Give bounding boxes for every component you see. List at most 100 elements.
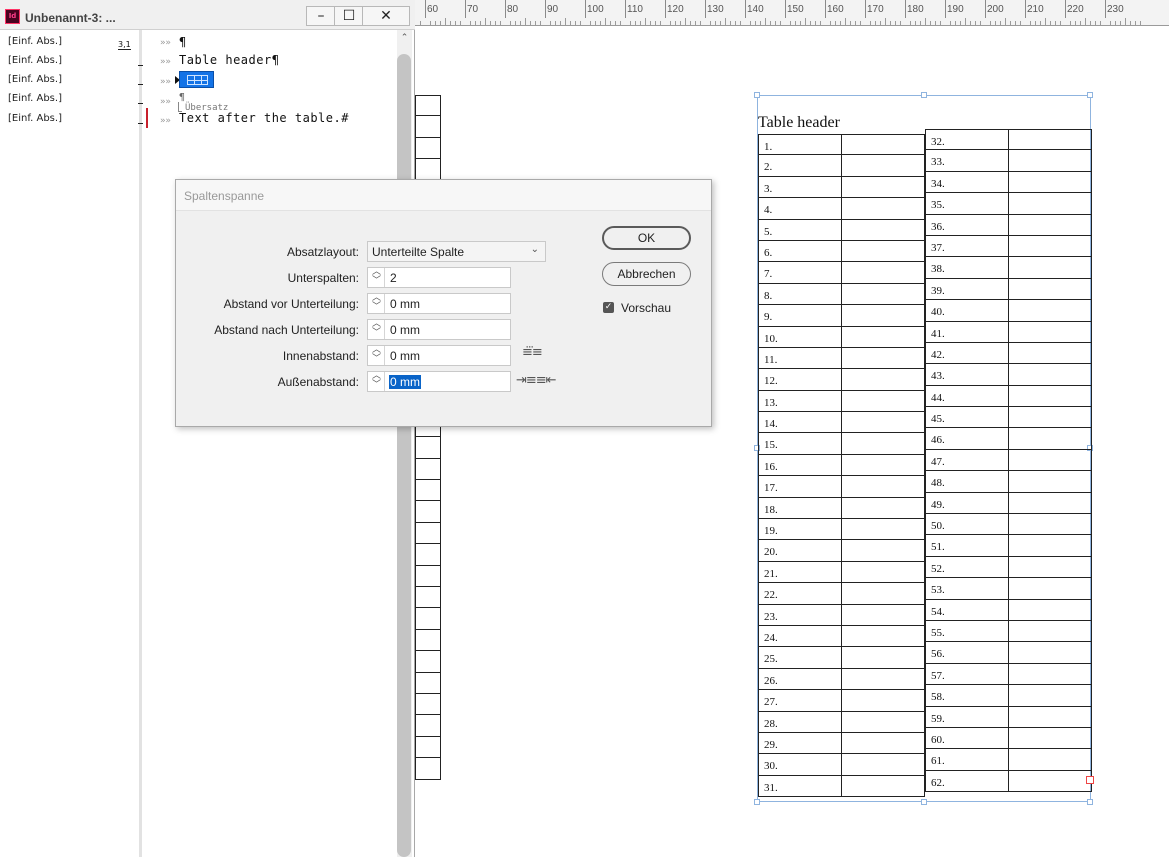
table-number-cell[interactable]: 17. — [758, 476, 842, 498]
table-number-cell[interactable]: 20. — [758, 540, 842, 562]
table-empty-cell[interactable] — [842, 476, 925, 498]
table-row[interactable]: 13. — [758, 390, 925, 413]
style-name[interactable]: [Einf. Abs.] — [8, 113, 62, 129]
table-number-cell[interactable]: 13. — [758, 390, 842, 413]
table-row[interactable]: 26. — [758, 668, 925, 691]
table-empty-cell[interactable] — [1009, 342, 1092, 365]
abstand-vor-stepper[interactable]: ︿ ﹀ 0 mm — [367, 293, 511, 314]
table-cell[interactable] — [416, 544, 441, 566]
table-empty-cell[interactable] — [1009, 171, 1092, 194]
table-row[interactable]: 1. — [758, 134, 925, 156]
overset-out-port-icon[interactable] — [1086, 776, 1094, 784]
close-button[interactable]: ✕ — [362, 6, 410, 26]
table-empty-cell[interactable] — [842, 754, 925, 776]
table-cell[interactable] — [416, 437, 441, 459]
table-empty-cell[interactable] — [1009, 706, 1092, 728]
table-row[interactable]: 60. — [925, 727, 1092, 750]
table-empty-cell[interactable] — [1009, 620, 1092, 643]
table-empty-cell[interactable] — [842, 369, 925, 391]
table-header[interactable]: Table header — [758, 114, 840, 132]
style-name[interactable]: [Einf. Abs.] — [8, 55, 62, 71]
table-number-cell[interactable]: 6. — [758, 240, 842, 263]
scrollbar-thumb[interactable] — [397, 54, 411, 857]
table-empty-cell[interactable] — [842, 412, 925, 434]
table-number-cell[interactable]: 16. — [758, 454, 842, 477]
table-row[interactable]: 55. — [925, 620, 1092, 643]
dialog-titlebar[interactable]: Spaltenspanne — [176, 180, 711, 211]
table-empty-cell[interactable] — [1009, 407, 1092, 429]
minimize-button[interactable]: – — [306, 6, 336, 26]
table-number-cell[interactable]: 43. — [925, 364, 1009, 386]
table-number-cell[interactable]: 33. — [925, 150, 1009, 172]
table-row[interactable]: 21. — [758, 561, 925, 584]
table-row[interactable]: 49. — [925, 492, 1092, 515]
table-number-cell[interactable]: 18. — [758, 497, 842, 520]
table-cell[interactable] — [416, 629, 441, 652]
spinner-arrows-icon[interactable]: ︿ ﹀ — [368, 267, 385, 287]
table-row[interactable]: 17. — [758, 476, 925, 498]
table-empty-cell[interactable] — [842, 625, 925, 648]
table-empty-cell[interactable] — [842, 155, 925, 177]
table-empty-cell[interactable] — [842, 347, 925, 370]
horizontal-ruler[interactable]: 60 70 80 90 100 110 120 130 140 150 160 170 180 190 20… — [415, 0, 1169, 26]
table-number-cell[interactable]: 50. — [925, 514, 1009, 536]
table-empty-cell[interactable] — [1009, 449, 1092, 472]
table-empty-cell[interactable] — [842, 305, 925, 327]
table-row[interactable]: 15. — [758, 433, 925, 455]
style-name[interactable]: [Einf. Abs.] — [8, 93, 62, 109]
table-row[interactable]: 40. — [925, 300, 1092, 322]
table-empty-cell[interactable] — [842, 176, 925, 199]
frame-handle[interactable] — [754, 92, 760, 98]
table-row[interactable]: 33. — [925, 150, 1092, 172]
table-empty-cell[interactable] — [1009, 727, 1092, 750]
table-empty-cell[interactable] — [842, 497, 925, 520]
table-number-cell[interactable]: 10. — [758, 326, 842, 348]
table-empty-cell[interactable] — [842, 775, 925, 798]
table-empty-cell[interactable] — [842, 433, 925, 455]
table-cell[interactable] — [416, 736, 441, 759]
table-row[interactable]: 57. — [925, 663, 1092, 686]
table-number-cell[interactable]: 8. — [758, 283, 842, 306]
table-number-cell[interactable]: 37. — [925, 235, 1009, 258]
table-row[interactable]: 6. — [758, 240, 925, 263]
table-empty-cell[interactable] — [842, 668, 925, 691]
unterspalten-stepper[interactable]: ︿ ﹀ 2 — [367, 267, 511, 288]
table-row[interactable]: 8. — [758, 283, 925, 306]
table-number-cell[interactable]: 48. — [925, 471, 1009, 493]
abstand-nach-stepper[interactable]: ︿ ﹀ 0 mm — [367, 319, 511, 340]
table-empty-cell[interactable] — [842, 219, 925, 241]
table-row[interactable]: 31. — [758, 775, 925, 798]
table-row[interactable]: 4. — [758, 198, 925, 220]
table-empty-cell[interactable] — [1009, 535, 1092, 557]
vertical-scrollbar[interactable]: ⌃ — [397, 30, 412, 857]
table-placeholder-icon[interactable] — [179, 71, 214, 88]
table-cell[interactable] — [416, 715, 441, 737]
table-cell[interactable] — [416, 651, 441, 673]
table-row[interactable]: 46. — [925, 428, 1092, 450]
table-number-cell[interactable]: 31. — [758, 775, 842, 798]
aussenabstand-stepper[interactable]: ︿ ﹀ 0 mm — [367, 371, 511, 392]
table-number-cell[interactable]: 47. — [925, 449, 1009, 472]
story-line[interactable]: Table header¶ — [179, 53, 279, 67]
table-empty-cell[interactable] — [842, 732, 925, 755]
table-empty-cell[interactable] — [842, 198, 925, 220]
frame-handle[interactable] — [921, 799, 927, 805]
table-row[interactable]: 44. — [925, 385, 1092, 408]
table-number-cell[interactable]: 2. — [758, 155, 842, 177]
table-empty-cell[interactable] — [842, 454, 925, 477]
table-empty-cell[interactable] — [842, 690, 925, 712]
table-number-cell[interactable]: 39. — [925, 278, 1009, 301]
table-empty-cell[interactable] — [842, 583, 925, 605]
table-row[interactable]: 53. — [925, 578, 1092, 600]
table-row[interactable]: 5. — [758, 219, 925, 241]
table-row[interactable]: 41. — [925, 321, 1092, 343]
table-number-cell[interactable]: 22. — [758, 583, 842, 605]
table-empty-cell[interactable] — [1009, 556, 1092, 579]
table-row[interactable]: 50. — [925, 514, 1092, 536]
table-number-cell[interactable]: 61. — [925, 749, 1009, 771]
table-number-cell[interactable]: 12. — [758, 369, 842, 391]
table-number-cell[interactable]: 24. — [758, 625, 842, 648]
table-number-cell[interactable]: 29. — [758, 732, 842, 755]
spinner-arrows-icon[interactable]: ︿ ﹀ — [368, 293, 385, 313]
table-empty-cell[interactable] — [842, 283, 925, 306]
